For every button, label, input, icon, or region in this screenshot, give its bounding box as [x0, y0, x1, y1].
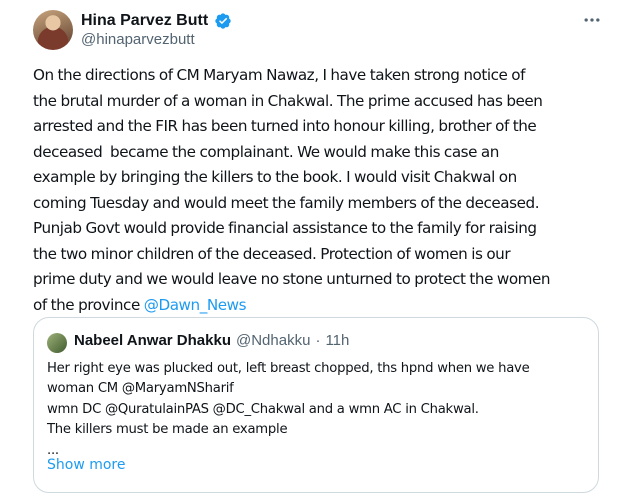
quoted-text: Her right eye was plucked out, left brea… — [47, 359, 587, 461]
author-display-name[interactable]: Hina Parvez Butt — [81, 12, 208, 30]
tweet-text-line: the two minor children of the deceased. … — [33, 244, 511, 263]
author-avatar[interactable] — [33, 10, 73, 50]
more-horizontal-icon — [584, 18, 600, 22]
author-name-row: Hina Parvez Butt — [81, 10, 232, 32]
quoted-text-line: woman CM @MaryamNSharif — [47, 381, 234, 397]
tweet-text-line: of the province — [33, 295, 144, 314]
quoted-author-row: Nabeel Anwar Dhakku @Ndhakku · 11h — [74, 332, 349, 349]
tweet-text: On the directions of CM Maryam Nawaz, I … — [33, 63, 623, 318]
quoted-author-handle[interactable]: @Ndhakku — [236, 332, 310, 349]
quoted-separator: · — [315, 332, 321, 349]
verified-badge-icon[interactable] — [214, 12, 232, 30]
quoted-timestamp[interactable]: 11h — [325, 332, 349, 349]
tweet-text-line: the brutal murder of a woman in Chakwal.… — [33, 91, 543, 110]
more-options-button[interactable] — [578, 10, 606, 30]
tweet-text-line-last: of the province @Dawn_News — [33, 293, 623, 319]
tweet-text-line: prime duty and we would leave no stone u… — [33, 270, 551, 288]
quoted-text-line: The killers must be made an example — [47, 422, 288, 438]
quoted-text-line: ... — [47, 442, 59, 458]
show-more-link[interactable]: Show more — [47, 457, 126, 473]
tweet-text-line: On the directions of CM Maryam Nawaz, I … — [33, 66, 526, 84]
quoted-tweet[interactable]: Nabeel Anwar Dhakku @Ndhakku · 11h Her r… — [33, 317, 599, 493]
tweet-text-line: Punjab Govt would provide financial assi… — [33, 219, 537, 237]
tweet: Hina Parvez Butt @hinaparvezbutt On the … — [0, 0, 635, 497]
tweet-text-line: example by bringing the killers to the b… — [33, 168, 517, 186]
tweet-text-line: arrested and the FIR has been turned int… — [33, 117, 537, 135]
quoted-text-line: wmn DC @QuratulainPAS @DC_Chakwal and a … — [47, 401, 479, 417]
quoted-author-name[interactable]: Nabeel Anwar Dhakku — [74, 332, 231, 349]
tweet-text-line: coming Tuesday and would meet the family… — [33, 193, 540, 212]
tweet-text-line: deceased became the complainant. We woul… — [33, 142, 499, 161]
mention-link[interactable]: @Dawn_News — [144, 296, 247, 314]
quoted-text-line: Her right eye was plucked out, left brea… — [47, 361, 530, 376]
quoted-author-avatar[interactable] — [47, 333, 67, 353]
author-handle[interactable]: @hinaparvezbutt — [81, 31, 195, 48]
